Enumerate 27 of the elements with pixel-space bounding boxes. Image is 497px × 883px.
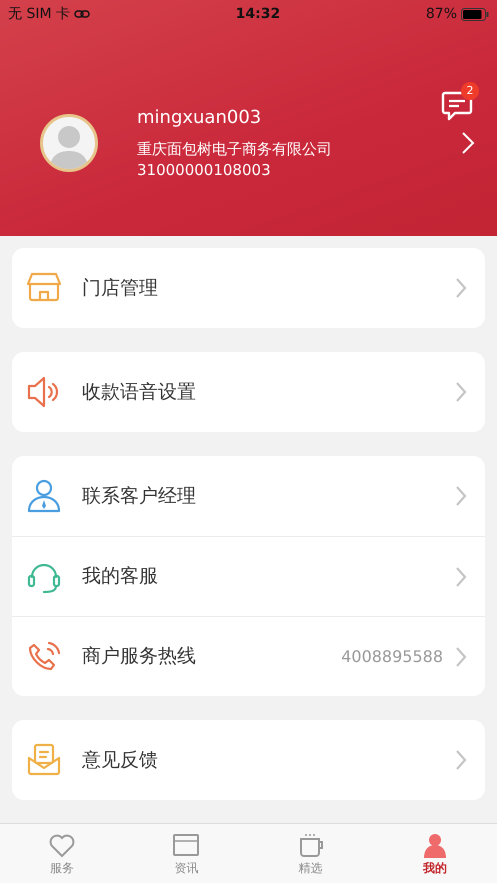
tab[interactable]: 我的: [372, 824, 497, 883]
message-badge: 2: [461, 82, 479, 100]
menu-item[interactable]: 门店管理: [12, 248, 485, 328]
chevron-icon: [455, 566, 467, 588]
menu-item[interactable]: 联系客户经理: [12, 456, 485, 536]
hotline-number: 4008895588: [341, 646, 443, 668]
battery-icon: [461, 8, 489, 20]
menu-item[interactable]: 收款语音设置: [12, 352, 485, 432]
carrier-text: 无 SIM 卡: [8, 4, 70, 24]
company-name: 重庆面包树电子商务有限公司: [137, 139, 333, 160]
chevron-icon: [455, 749, 467, 771]
chevron-icon: [455, 277, 467, 299]
chevron-icon: [455, 646, 467, 668]
person-icon: [26, 478, 62, 514]
menu-item[interactable]: 意见反馈: [12, 720, 485, 800]
account-number: 31000000108003: [137, 160, 272, 181]
username: mingxuan003: [137, 106, 262, 130]
menu-item[interactable]: 商户服务热线 4008895588: [12, 616, 485, 696]
time-text: 14:32: [234, 4, 282, 24]
battery-text: 87%: [426, 4, 457, 24]
chevron-icon: [455, 381, 467, 403]
envelope-icon: [26, 742, 62, 778]
chevron-icon[interactable]: [461, 130, 475, 154]
tab[interactable]: 资讯: [124, 824, 248, 883]
chevron-icon: [455, 485, 467, 507]
link-icon: [74, 9, 90, 19]
menu-item[interactable]: 我的客服: [12, 536, 485, 616]
